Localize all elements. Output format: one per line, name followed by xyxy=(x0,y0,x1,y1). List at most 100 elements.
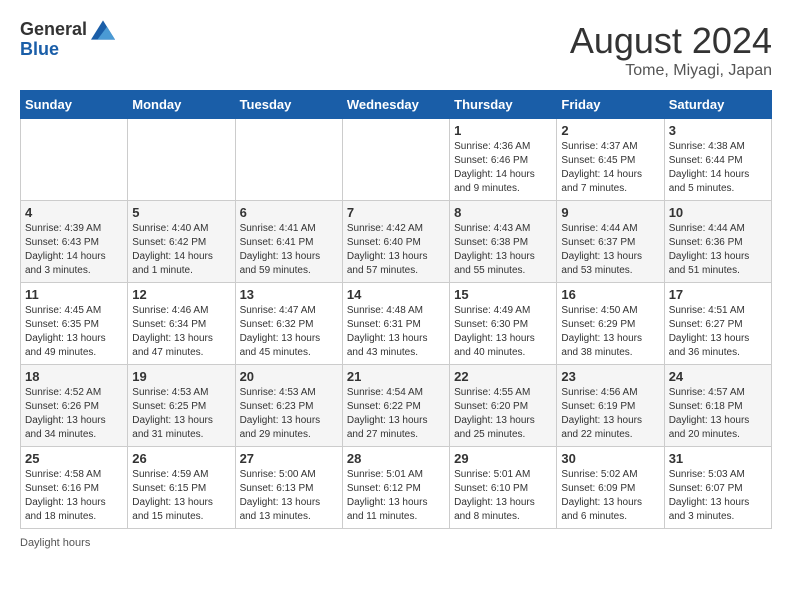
day-info: Sunrise: 4:45 AM Sunset: 6:35 PM Dayligh… xyxy=(25,304,123,360)
day-info: Sunrise: 4:46 AM Sunset: 6:34 PM Dayligh… xyxy=(132,304,230,360)
day-number: 9 xyxy=(561,205,659,220)
calendar-cell: 16Sunrise: 4:50 AM Sunset: 6:29 PM Dayli… xyxy=(557,283,664,365)
day-number: 3 xyxy=(669,123,767,138)
footer-note: Daylight hours xyxy=(20,537,772,549)
calendar-cell: 10Sunrise: 4:44 AM Sunset: 6:36 PM Dayli… xyxy=(664,201,771,283)
calendar-cell xyxy=(235,119,342,201)
calendar-day-header: Wednesday xyxy=(342,91,449,119)
day-number: 22 xyxy=(454,369,552,384)
day-number: 12 xyxy=(132,287,230,302)
calendar-cell xyxy=(21,119,128,201)
day-info: Sunrise: 4:37 AM Sunset: 6:45 PM Dayligh… xyxy=(561,140,659,196)
calendar-cell: 28Sunrise: 5:01 AM Sunset: 6:12 PM Dayli… xyxy=(342,447,449,529)
day-info: Sunrise: 4:57 AM Sunset: 6:18 PM Dayligh… xyxy=(669,386,767,442)
day-info: Sunrise: 4:40 AM Sunset: 6:42 PM Dayligh… xyxy=(132,222,230,278)
day-info: Sunrise: 4:47 AM Sunset: 6:32 PM Dayligh… xyxy=(240,304,338,360)
calendar-cell: 11Sunrise: 4:45 AM Sunset: 6:35 PM Dayli… xyxy=(21,283,128,365)
calendar-cell: 9 Sunrise: 4:44 AM Sunset: 6:37 PM Daylig… xyxy=(557,201,664,283)
day-info: Sunrise: 4:41 AM Sunset: 6:41 PM Dayligh… xyxy=(240,222,338,278)
title-area: August 2024 Tome, Miyagi, Japan xyxy=(570,20,772,80)
calendar-day-header: Saturday xyxy=(664,91,771,119)
calendar-cell xyxy=(128,119,235,201)
day-number: 30 xyxy=(561,451,659,466)
day-info: Sunrise: 4:38 AM Sunset: 6:44 PM Dayligh… xyxy=(669,140,767,196)
calendar-cell: 31Sunrise: 5:03 AM Sunset: 6:07 PM Dayli… xyxy=(664,447,771,529)
calendar-cell: 30 Sunrise: 5:02 AM Sunset: 6:09 PM Dayli… xyxy=(557,447,664,529)
calendar-cell: 5Sunrise: 4:40 AM Sunset: 6:42 PM Daylig… xyxy=(128,201,235,283)
logo-text: General Blue xyxy=(20,20,115,60)
calendar-cell: 24 Sunrise: 4:57 AM Sunset: 6:18 PM Dayli… xyxy=(664,365,771,447)
day-info: Sunrise: 4:54 AM Sunset: 6:22 PM Dayligh… xyxy=(347,386,445,442)
day-number: 23 xyxy=(561,369,659,384)
day-number: 8 xyxy=(454,205,552,220)
day-info: Sunrise: 4:56 AM Sunset: 6:19 PM Dayligh… xyxy=(561,386,659,442)
day-number: 21 xyxy=(347,369,445,384)
calendar-day-header: Monday xyxy=(128,91,235,119)
calendar-cell: 25 Sunrise: 4:58 AM Sunset: 6:16 PM Dayli… xyxy=(21,447,128,529)
day-number: 27 xyxy=(240,451,338,466)
day-number: 24 xyxy=(669,369,767,384)
day-info: Sunrise: 4:59 AM Sunset: 6:15 PM Dayligh… xyxy=(132,468,230,524)
day-number: 25 xyxy=(25,451,123,466)
day-number: 6 xyxy=(240,205,338,220)
day-number: 29 xyxy=(454,451,552,466)
logo-general: General xyxy=(20,20,87,40)
calendar-cell: 8 Sunrise: 4:43 AM Sunset: 6:38 PM Daylig… xyxy=(450,201,557,283)
calendar-cell: 27 Sunrise: 5:00 AM Sunset: 6:13 PM Dayli… xyxy=(235,447,342,529)
calendar-day-header: Thursday xyxy=(450,91,557,119)
day-info: Sunrise: 4:50 AM Sunset: 6:29 PM Dayligh… xyxy=(561,304,659,360)
day-info: Sunrise: 4:51 AM Sunset: 6:27 PM Dayligh… xyxy=(669,304,767,360)
day-info: Sunrise: 4:43 AM Sunset: 6:38 PM Dayligh… xyxy=(454,222,552,278)
logo-blue: Blue xyxy=(20,40,115,60)
day-number: 2 xyxy=(561,123,659,138)
day-number: 15 xyxy=(454,287,552,302)
footer-text: Daylight hours xyxy=(20,537,90,549)
calendar-week-row: 4Sunrise: 4:39 AM Sunset: 6:43 PM Daylig… xyxy=(21,201,772,283)
calendar-day-header: Sunday xyxy=(21,91,128,119)
day-number: 19 xyxy=(132,369,230,384)
calendar-cell: 12 Sunrise: 4:46 AM Sunset: 6:34 PM Dayli… xyxy=(128,283,235,365)
day-number: 14 xyxy=(347,287,445,302)
calendar-week-row: 25 Sunrise: 4:58 AM Sunset: 6:16 PM Dayli… xyxy=(21,447,772,529)
day-number: 1 xyxy=(454,123,552,138)
calendar-cell: 19Sunrise: 4:53 AM Sunset: 6:25 PM Dayli… xyxy=(128,365,235,447)
day-number: 20 xyxy=(240,369,338,384)
calendar-cell: 1Sunrise: 4:36 AM Sunset: 6:46 PM Daylig… xyxy=(450,119,557,201)
day-info: Sunrise: 4:52 AM Sunset: 6:26 PM Dayligh… xyxy=(25,386,123,442)
calendar-cell: 15 Sunrise: 4:49 AM Sunset: 6:30 PM Dayli… xyxy=(450,283,557,365)
day-info: Sunrise: 5:01 AM Sunset: 6:10 PM Dayligh… xyxy=(454,468,552,524)
calendar-cell: 22Sunrise: 4:55 AM Sunset: 6:20 PM Dayli… xyxy=(450,365,557,447)
calendar-cell: 13Sunrise: 4:47 AM Sunset: 6:32 PM Dayli… xyxy=(235,283,342,365)
day-info: Sunrise: 4:42 AM Sunset: 6:40 PM Dayligh… xyxy=(347,222,445,278)
day-info: Sunrise: 4:39 AM Sunset: 6:43 PM Dayligh… xyxy=(25,222,123,278)
calendar-cell: 6 Sunrise: 4:41 AM Sunset: 6:41 PM Daylig… xyxy=(235,201,342,283)
day-number: 17 xyxy=(669,287,767,302)
day-info: Sunrise: 4:49 AM Sunset: 6:30 PM Dayligh… xyxy=(454,304,552,360)
calendar-cell: 21 Sunrise: 4:54 AM Sunset: 6:22 PM Dayli… xyxy=(342,365,449,447)
day-info: Sunrise: 4:58 AM Sunset: 6:16 PM Dayligh… xyxy=(25,468,123,524)
day-number: 28 xyxy=(347,451,445,466)
day-info: Sunrise: 5:00 AM Sunset: 6:13 PM Dayligh… xyxy=(240,468,338,524)
page-header: General Blue August 2024 Tome, Miyagi, J… xyxy=(20,20,772,80)
logo-icon xyxy=(91,20,115,40)
day-info: Sunrise: 5:03 AM Sunset: 6:07 PM Dayligh… xyxy=(669,468,767,524)
month-title: August 2024 xyxy=(570,20,772,62)
day-number: 10 xyxy=(669,205,767,220)
calendar-cell: 7Sunrise: 4:42 AM Sunset: 6:40 PM Daylig… xyxy=(342,201,449,283)
logo: General Blue xyxy=(20,20,115,60)
calendar-cell: 3 Sunrise: 4:38 AM Sunset: 6:44 PM Daylig… xyxy=(664,119,771,201)
calendar-cell: 23 Sunrise: 4:56 AM Sunset: 6:19 PM Dayli… xyxy=(557,365,664,447)
day-info: Sunrise: 4:48 AM Sunset: 6:31 PM Dayligh… xyxy=(347,304,445,360)
calendar-week-row: 18 Sunrise: 4:52 AM Sunset: 6:26 PM Dayli… xyxy=(21,365,772,447)
calendar-week-row: 1Sunrise: 4:36 AM Sunset: 6:46 PM Daylig… xyxy=(21,119,772,201)
calendar-week-row: 11Sunrise: 4:45 AM Sunset: 6:35 PM Dayli… xyxy=(21,283,772,365)
day-info: Sunrise: 4:44 AM Sunset: 6:37 PM Dayligh… xyxy=(561,222,659,278)
calendar-cell: 26Sunrise: 4:59 AM Sunset: 6:15 PM Dayli… xyxy=(128,447,235,529)
calendar-cell: 4Sunrise: 4:39 AM Sunset: 6:43 PM Daylig… xyxy=(21,201,128,283)
day-number: 18 xyxy=(25,369,123,384)
calendar-cell: 2 Sunrise: 4:37 AM Sunset: 6:45 PM Daylig… xyxy=(557,119,664,201)
calendar-cell xyxy=(342,119,449,201)
calendar-day-header: Friday xyxy=(557,91,664,119)
day-info: Sunrise: 5:02 AM Sunset: 6:09 PM Dayligh… xyxy=(561,468,659,524)
calendar: SundayMondayTuesdayWednesdayThursdayFrid… xyxy=(20,90,772,529)
